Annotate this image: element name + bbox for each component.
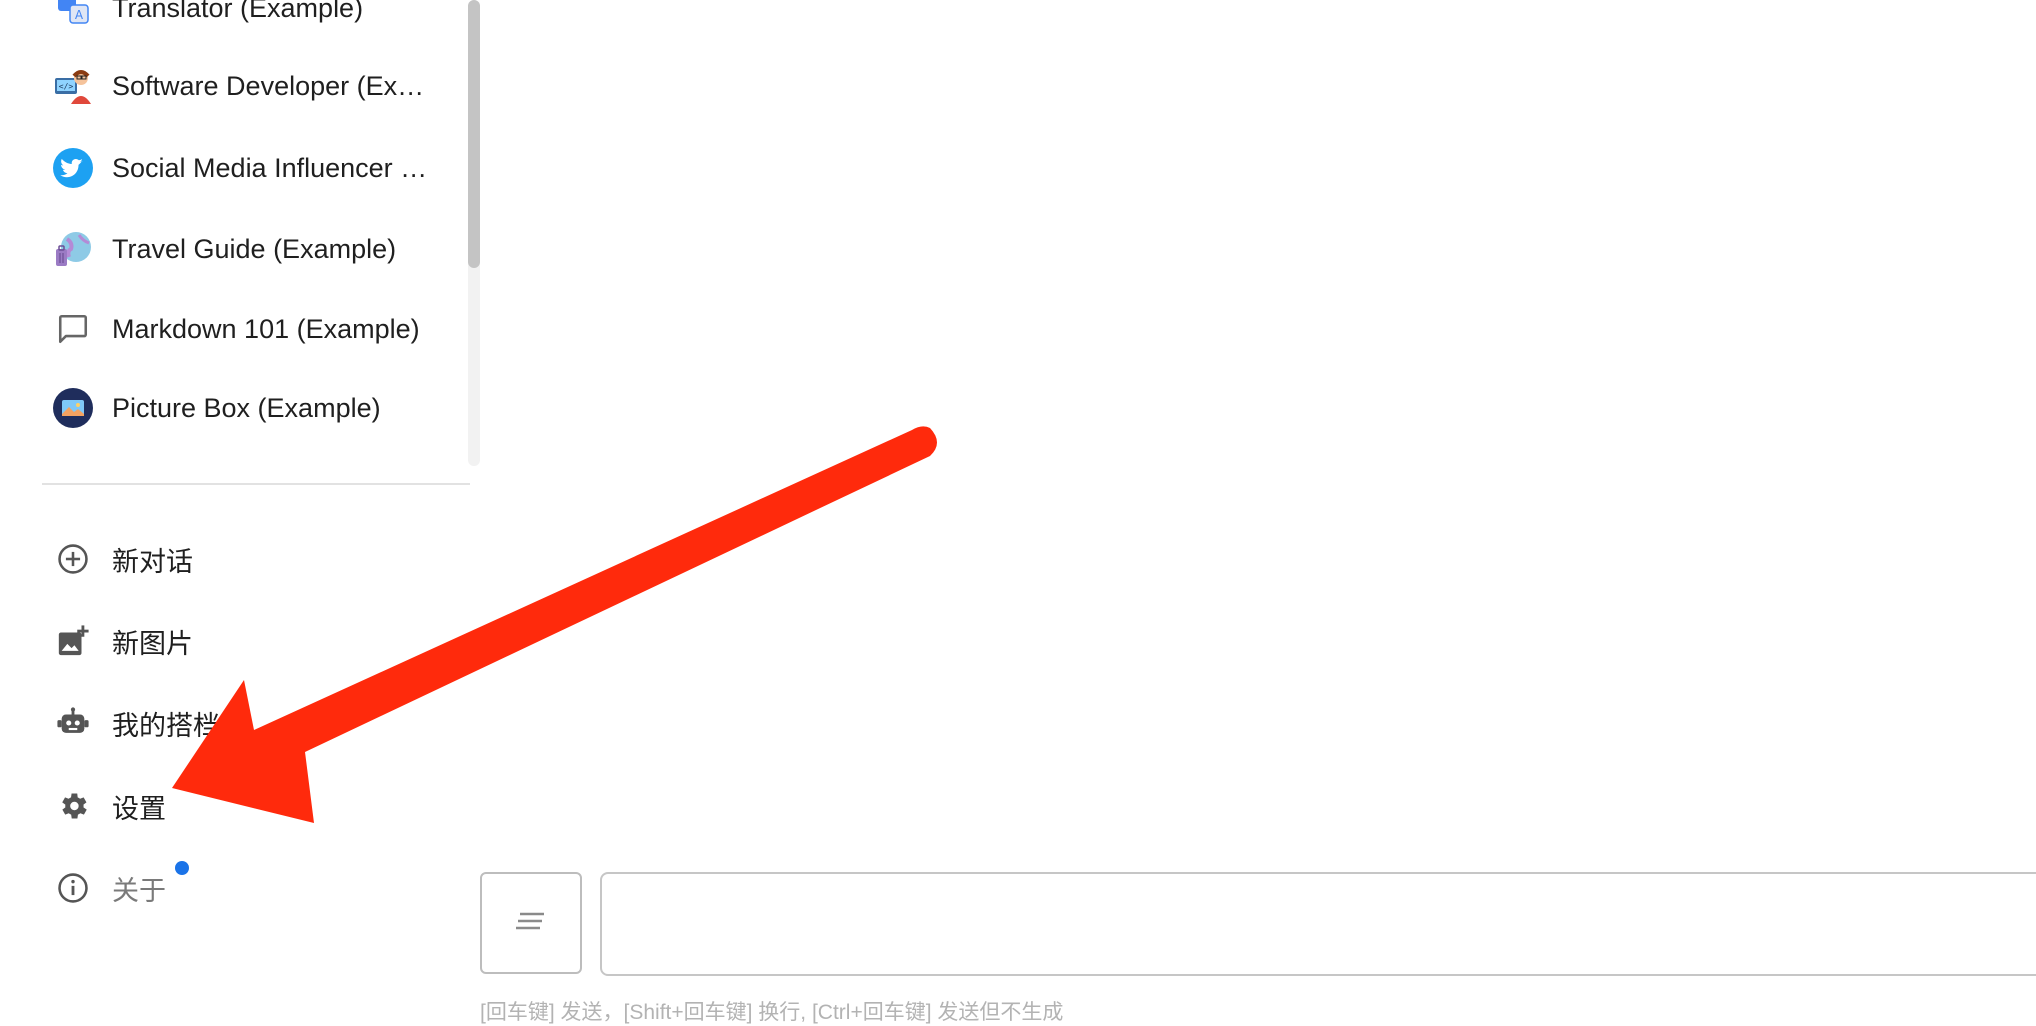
my-copilots-label: 我的搭档 xyxy=(112,710,220,741)
menu-lines-icon xyxy=(514,910,548,937)
conversation-label: Social Media Influencer … xyxy=(112,152,428,183)
robot-icon xyxy=(52,702,94,744)
toolbar-menu-button[interactable] xyxy=(480,872,582,974)
conversation-label: Markdown 101 (Example) xyxy=(112,313,420,344)
conversation-label: Software Developer (Ex… xyxy=(112,70,425,101)
translator-icon: A xyxy=(52,0,94,29)
add-photo-icon xyxy=(52,620,94,662)
new-image-label: 新图片 xyxy=(112,628,193,659)
info-icon xyxy=(52,867,94,909)
svg-text:A: A xyxy=(75,8,84,22)
sidebar: A Translator (Example) </> Software Deve… xyxy=(0,0,480,1014)
settings-label: 设置 xyxy=(112,793,166,824)
notification-dot xyxy=(175,861,189,875)
chat-bubble-icon xyxy=(52,308,94,350)
picture-box-icon xyxy=(52,387,94,429)
conversation-label: Translator (Example) xyxy=(112,0,364,23)
software-developer-avatar-icon: </> xyxy=(52,65,94,107)
new-chat-button[interactable]: 新对话 xyxy=(42,529,462,589)
conversation-label: Picture Box (Example) xyxy=(112,392,381,423)
conversation-item-markdown-101[interactable]: Markdown 101 (Example) xyxy=(42,299,462,359)
gear-icon xyxy=(52,785,94,827)
conversation-list-scrollbar-thumb[interactable] xyxy=(468,0,480,268)
svg-text:</>: </> xyxy=(59,82,74,91)
about-button[interactable]: 关于 xyxy=(42,858,462,918)
conversation-item-translator[interactable]: A Translator (Example) xyxy=(42,0,462,38)
conversation-list: A Translator (Example) </> Software Deve… xyxy=(42,0,470,468)
twitter-bird-icon xyxy=(52,147,94,189)
travel-globe-icon xyxy=(52,228,94,270)
my-copilots-button[interactable]: 我的搭档 xyxy=(42,693,462,753)
conversation-item-social-media-influencer[interactable]: Social Media Influencer … xyxy=(42,138,462,198)
add-circle-icon xyxy=(52,538,94,580)
conversation-item-software-developer[interactable]: </> Software Developer (Ex… xyxy=(42,56,462,116)
conversation-item-picture-box[interactable]: Picture Box (Example) xyxy=(42,378,462,438)
settings-button[interactable]: 设置 xyxy=(42,776,462,836)
new-chat-label: 新对话 xyxy=(112,546,193,577)
message-input[interactable] xyxy=(600,872,2036,976)
conversation-label: Travel Guide (Example) xyxy=(112,233,397,264)
sidebar-divider xyxy=(42,483,470,485)
input-shortcut-hint: [回车键] 发送，[Shift+回车键] 换行, [Ctrl+回车键] 发送但不… xyxy=(480,1001,1064,1024)
new-image-button[interactable]: 新图片 xyxy=(42,611,462,671)
about-label: 关于 xyxy=(112,875,166,906)
message-input-area: [回车键] 发送，[Shift+回车键] 换行, [Ctrl+回车键] 发送但不… xyxy=(480,872,2036,1024)
conversation-item-travel-guide[interactable]: Travel Guide (Example) xyxy=(42,219,462,279)
